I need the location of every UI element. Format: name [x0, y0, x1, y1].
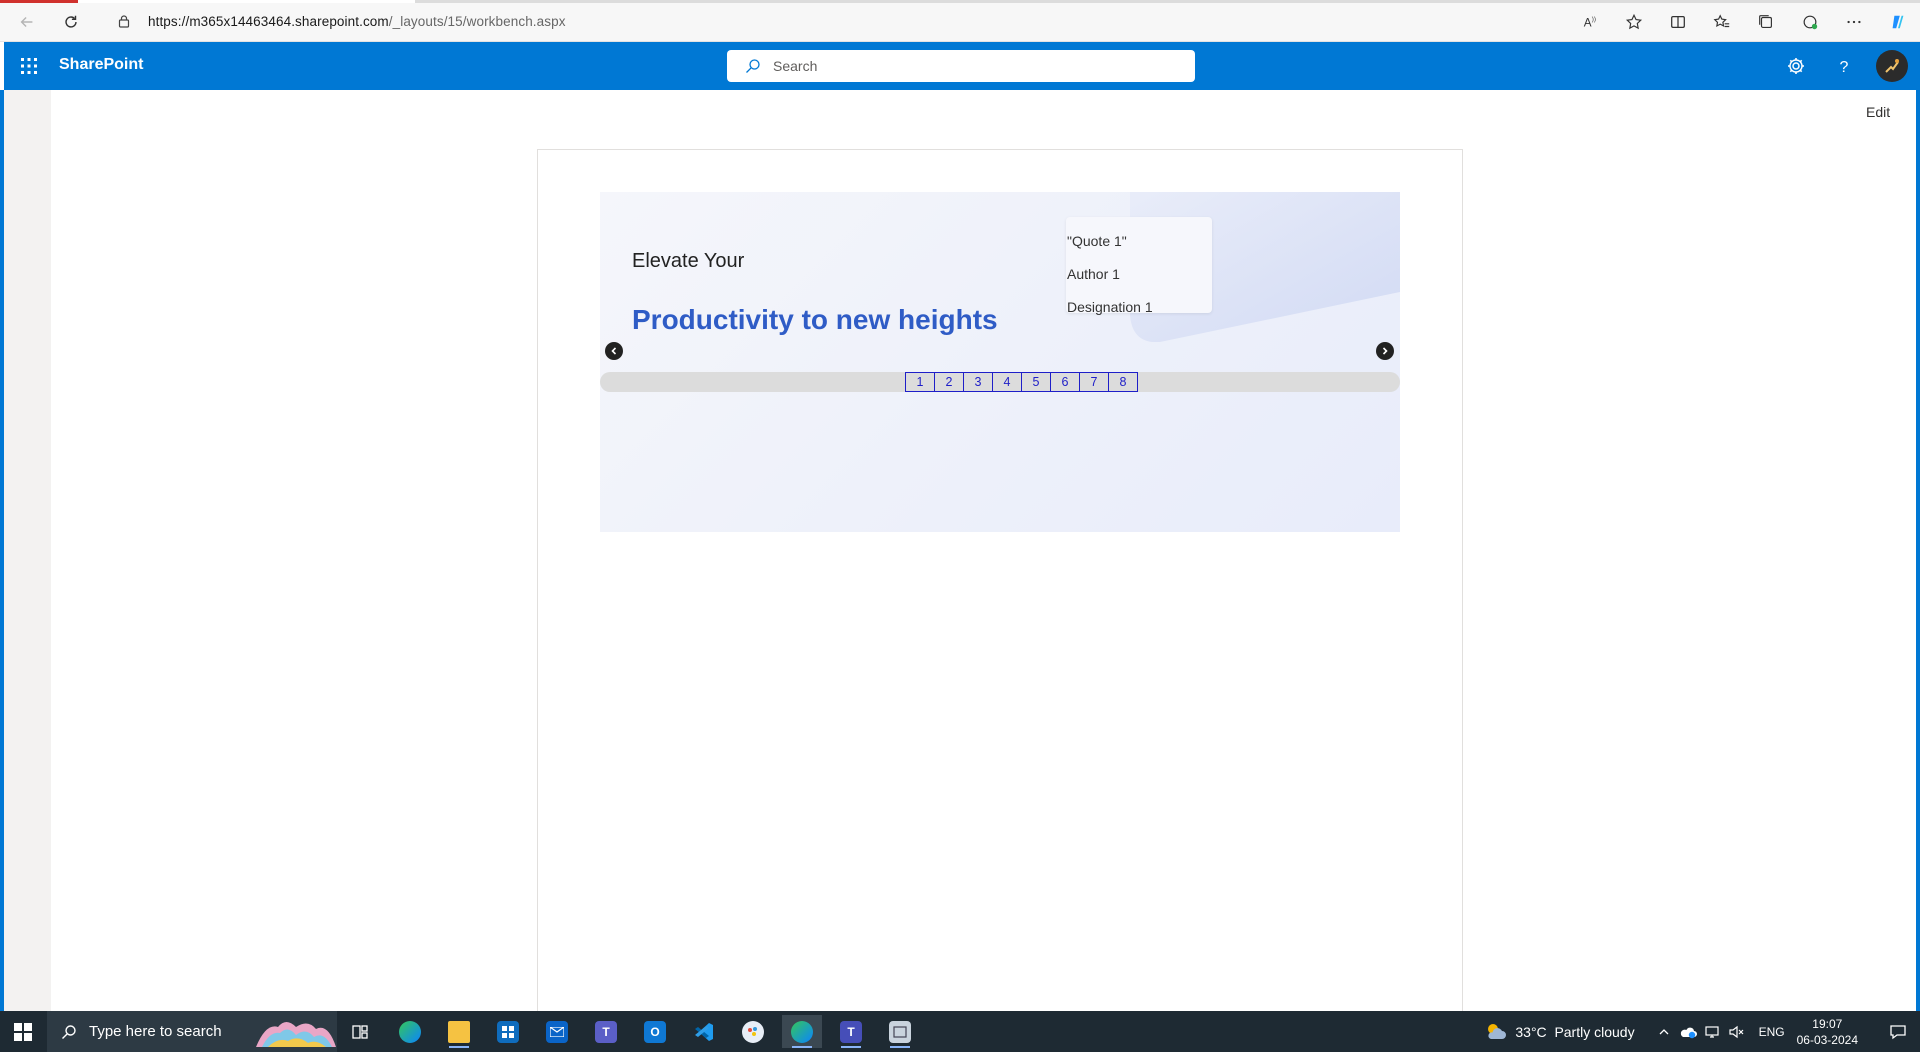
page-button-7[interactable]: 7	[1079, 372, 1109, 392]
slide-pager: 1 2 3 4 5 6 7 8	[905, 372, 1138, 392]
page-button-5[interactable]: 5	[1021, 372, 1051, 392]
clock-time: 19:07	[1812, 1016, 1843, 1031]
suite-bar: SharePoint ?	[4, 42, 1916, 90]
page-button-2[interactable]: 2	[934, 372, 964, 392]
page-button-3[interactable]: 3	[963, 372, 993, 392]
teams-app-icon[interactable]: T	[586, 1015, 626, 1048]
page-button-6[interactable]: 6	[1050, 372, 1080, 392]
back-icon[interactable]	[15, 10, 39, 34]
mail-app-icon[interactable]	[537, 1015, 577, 1048]
hero-heading: Productivity to new heights	[632, 304, 998, 335]
paint-app-icon[interactable]	[733, 1015, 773, 1048]
task-view-icon[interactable]	[340, 1015, 380, 1048]
clock-date: 06-03-2024	[1796, 1032, 1858, 1047]
search-input[interactable]	[773, 58, 1173, 74]
lock-icon[interactable]	[117, 14, 131, 28]
taskbar: Type here to search T O T 33°C Partly cl…	[0, 1011, 1920, 1052]
search-box[interactable]	[727, 50, 1195, 82]
svg-text:)): ))	[1592, 16, 1596, 23]
partly-cloudy-icon	[1488, 1023, 1507, 1039]
browser-tools: A))	[1568, 8, 1920, 36]
weather-condition: Partly cloudy	[1554, 1023, 1635, 1040]
clock[interactable]: 19:07 06-03-2024	[1797, 1016, 1858, 1048]
right-rail	[1916, 42, 1920, 1011]
left-rail	[0, 90, 51, 1011]
help-icon[interactable]: ?	[1829, 51, 1859, 81]
outlook-app-icon[interactable]: O	[635, 1015, 675, 1048]
avatar[interactable]	[1876, 50, 1908, 82]
previous-slide-icon[interactable]	[605, 342, 623, 360]
hero-carousel: Elevate Your Productivity to new heights…	[600, 192, 1400, 532]
collections-icon[interactable]	[1744, 8, 1788, 36]
language-indicator[interactable]: ENG	[1759, 1025, 1785, 1039]
taskbar-search-placeholder: Type here to search	[89, 1023, 222, 1040]
snipping-tool-icon[interactable]	[880, 1015, 920, 1048]
volume-muted-icon[interactable]	[1725, 1021, 1747, 1043]
store-app-icon[interactable]	[488, 1015, 528, 1048]
tab-indicator	[0, 0, 78, 3]
page-button-1[interactable]: 1	[905, 372, 935, 392]
page-button-8[interactable]: 8	[1108, 372, 1138, 392]
search-icon	[746, 59, 760, 73]
edit-button[interactable]: Edit	[1866, 104, 1890, 120]
edge-active-app-icon[interactable]	[782, 1015, 822, 1048]
quote-author: Author 1	[1067, 266, 1120, 282]
profile-picture-icon	[1885, 59, 1899, 73]
network-icon[interactable]	[1701, 1021, 1723, 1043]
quote-text: "Quote 1"	[1067, 233, 1127, 249]
windows-logo-icon	[14, 1022, 32, 1041]
onedrive-icon[interactable]	[1677, 1021, 1699, 1043]
notifications-icon[interactable]	[1876, 1011, 1920, 1052]
browser-toolbar: https://m365x14463464.sharepoint.com/_la…	[0, 0, 1920, 42]
copilot-icon[interactable]	[1876, 8, 1920, 36]
extensions-icon[interactable]	[1788, 8, 1832, 36]
system-tray: 33°C Partly cloudy ENG 19:07 06-03-2024	[1485, 1011, 1920, 1052]
favorite-star-icon[interactable]	[1612, 8, 1656, 36]
search-highlight-icon[interactable]	[256, 1017, 336, 1047]
start-button[interactable]	[0, 1011, 46, 1052]
app-launcher-icon[interactable]	[18, 55, 40, 77]
file-explorer-icon[interactable]	[439, 1015, 479, 1048]
url-host: https://m365x14463464.sharepoint.com	[148, 14, 389, 29]
search-icon	[62, 1024, 76, 1039]
settings-gear-icon[interactable]	[1781, 51, 1811, 81]
show-hidden-icons-chevron-up-icon[interactable]	[1653, 1021, 1675, 1043]
vscode-app-icon[interactable]	[684, 1015, 724, 1048]
read-aloud-icon[interactable]: A))	[1568, 8, 1612, 36]
teams-classic-app-icon[interactable]: T	[831, 1015, 871, 1048]
url-path: /_layouts/15/workbench.aspx	[388, 14, 566, 29]
weather-widget[interactable]: 33°C Partly cloudy	[1485, 1021, 1635, 1043]
edge-app-icon[interactable]	[390, 1015, 430, 1048]
more-options-icon[interactable]	[1832, 8, 1876, 36]
next-slide-icon[interactable]	[1376, 342, 1394, 360]
favorites-icon[interactable]	[1700, 8, 1744, 36]
svg-text:A: A	[1584, 17, 1592, 30]
svg-text:?: ?	[1840, 59, 1849, 76]
page-button-4[interactable]: 4	[992, 372, 1022, 392]
weather-temperature: 33°C	[1515, 1023, 1547, 1040]
split-screen-icon[interactable]	[1656, 8, 1700, 36]
app-title[interactable]: SharePoint	[59, 56, 143, 74]
address-bar[interactable]: https://m365x14463464.sharepoint.com/_la…	[148, 14, 566, 29]
quote-designation: Designation 1	[1067, 299, 1153, 315]
refresh-icon[interactable]	[59, 10, 83, 34]
hero-subheading: Elevate Your	[632, 250, 745, 272]
